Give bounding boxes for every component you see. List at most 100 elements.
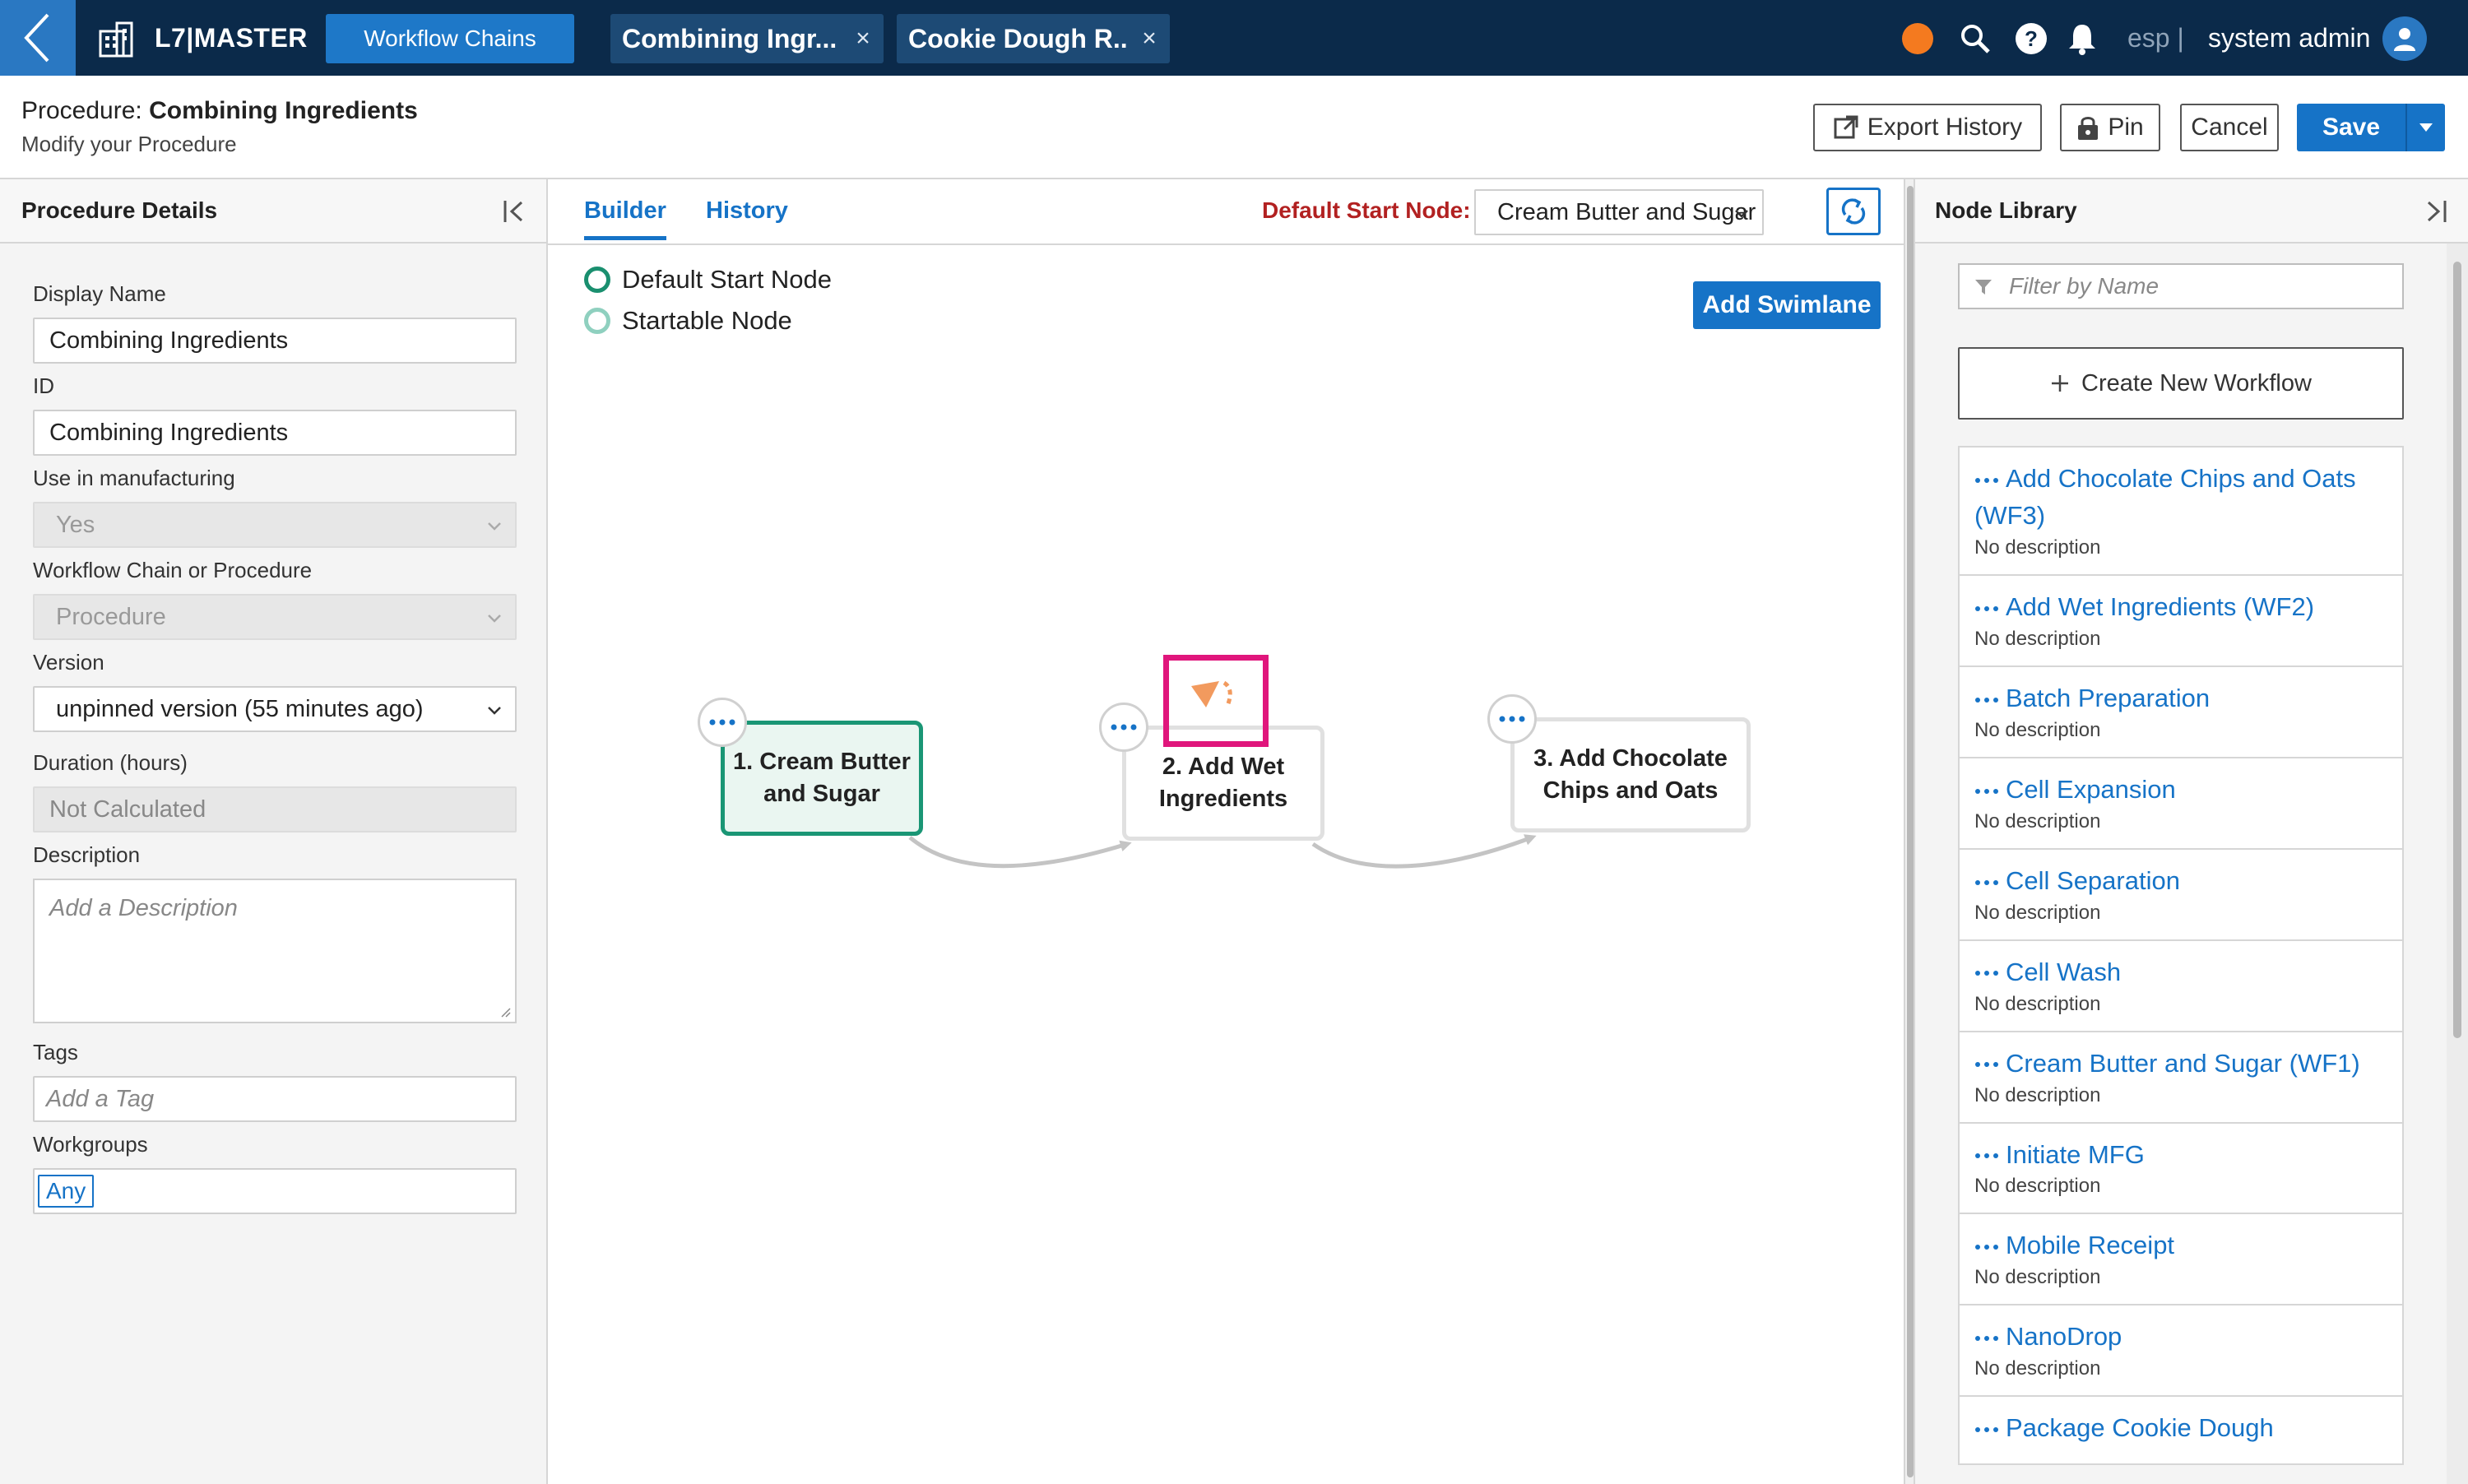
library-item-name[interactable]: Add Chocolate Chips and Oats (WF3): [1974, 461, 2387, 535]
node-3-menu-button[interactable]: [1487, 694, 1537, 744]
chain-or-procedure-value: Procedure: [56, 603, 166, 630]
create-new-workflow-label: Create New Workflow: [2081, 369, 2312, 397]
ellipsis-icon: [1975, 788, 1998, 794]
chain-or-procedure-label: Workflow Chain or Procedure: [33, 558, 313, 582]
language-switch[interactable]: esp |: [2127, 23, 2184, 53]
list-item[interactable]: Add Chocolate Chips and Oats (WF3) No de…: [1958, 446, 2404, 576]
top-navigation-bar: L7|MASTER Workflow Chains Combining Ingr…: [0, 0, 2468, 76]
pin-label: Pin: [2108, 114, 2144, 141]
list-item[interactable]: Mobile Receipt No description: [1958, 1214, 2404, 1306]
workflow-node-3[interactable]: 3. Add Chocolate Chips and Oats: [1510, 717, 1751, 832]
close-tab-icon[interactable]: ×: [842, 25, 884, 53]
library-item-name[interactable]: Cell Expansion: [1974, 772, 2387, 809]
drag-cursor-icon: [1191, 680, 1232, 707]
library-item-name[interactable]: Cell Wash: [1974, 954, 2387, 991]
node-library-scrollbar[interactable]: [2447, 243, 2468, 1484]
id-field[interactable]: Combining Ingredients: [33, 410, 517, 456]
help-icon[interactable]: ?: [2014, 21, 2048, 56]
library-item-description: No description: [1974, 1175, 2101, 1198]
ellipsis-icon: [1975, 1153, 1998, 1159]
cancel-button[interactable]: Cancel: [2180, 104, 2279, 151]
splitter-scrollbar-thumb[interactable]: [1907, 186, 1914, 1477]
back-button[interactable]: [0, 0, 76, 76]
list-item[interactable]: Cream Butter and Sugar (WF1) No descript…: [1958, 1032, 2404, 1124]
workflow-node-label: 2. Add Wet Ingredients: [1159, 751, 1287, 815]
connector-2-3: [1311, 834, 1537, 869]
description-textarea[interactable]: Add a Description: [33, 879, 517, 1023]
user-name[interactable]: system admin: [2208, 23, 2370, 53]
library-item-name[interactable]: Cell Separation: [1974, 863, 2387, 900]
open-tab-cookie-dough[interactable]: Cookie Dough R... ×: [897, 14, 1170, 63]
list-item[interactable]: Cell Expansion No description: [1958, 758, 2404, 850]
list-item[interactable]: Initiate MFG No description: [1958, 1123, 2404, 1215]
pin-button[interactable]: Pin: [2060, 104, 2160, 151]
library-item-name[interactable]: Add Wet Ingredients (WF2): [1974, 589, 2387, 626]
tags-input[interactable]: Add a Tag: [33, 1076, 517, 1122]
ellipsis-icon: [1975, 971, 1998, 976]
save-button[interactable]: Save: [2297, 114, 2405, 141]
ellipsis-icon: [1975, 879, 1998, 885]
app-name: L7|MASTER: [155, 23, 308, 53]
node-2-menu-button[interactable]: [1099, 703, 1148, 752]
ellipsis-icon: [1975, 697, 1998, 703]
node-library-list: Add Chocolate Chips and Oats (WF3) No de…: [1958, 446, 2404, 1484]
library-item-description: No description: [1974, 627, 2101, 650]
chevron-down-icon: [488, 522, 501, 531]
library-item-name[interactable]: NanoDrop: [1974, 1319, 2387, 1356]
list-item[interactable]: Package Cookie Dough: [1958, 1397, 2404, 1466]
display-name-field[interactable]: Combining Ingredients: [33, 318, 517, 364]
library-item-description: No description: [1974, 1083, 2101, 1106]
open-tab-label: Combining Ingr...: [622, 23, 837, 53]
list-item[interactable]: Cell Wash No description: [1958, 940, 2404, 1032]
library-item-name-text: NanoDrop: [2006, 1322, 2122, 1352]
save-options-dropdown[interactable]: [2405, 104, 2445, 151]
manufacturing-select: Yes: [33, 502, 517, 548]
close-tab-icon[interactable]: ×: [1129, 25, 1170, 53]
list-item[interactable]: Batch Preparation No description: [1958, 666, 2404, 758]
workflow-chains-nav-button[interactable]: Workflow Chains: [326, 14, 574, 63]
library-item-description: No description: [1974, 992, 2101, 1015]
workgroup-chip[interactable]: Any: [38, 1175, 95, 1208]
ellipsis-icon: [1975, 477, 1998, 483]
collapse-right-icon[interactable]: [2422, 197, 2450, 225]
list-item[interactable]: Cell Separation No description: [1958, 849, 2404, 941]
scrollbar-thumb[interactable]: [2453, 262, 2461, 1038]
list-item[interactable]: Add Wet Ingredients (WF2) No description: [1958, 575, 2404, 667]
collapse-left-icon[interactable]: [500, 197, 528, 225]
library-item-name-text: Cell Separation: [2006, 865, 2180, 895]
workgroups-input[interactable]: Any: [33, 1168, 517, 1214]
description-placeholder: Add a Description: [49, 895, 238, 921]
ellipsis-icon: [1975, 1427, 1998, 1433]
open-tab-combining-ingredients[interactable]: Combining Ingr... ×: [610, 14, 884, 63]
user-avatar-icon[interactable]: [2382, 16, 2427, 61]
library-item-name[interactable]: Cream Butter and Sugar (WF1): [1974, 1046, 2387, 1083]
filter-funnel-icon: [1975, 280, 1992, 294]
workflow-node-1[interactable]: 1. Cream Butter and Sugar: [721, 721, 923, 836]
resize-grip-icon[interactable]: [500, 1007, 512, 1018]
search-icon[interactable]: [1958, 21, 1992, 56]
ellipsis-icon: [1975, 1245, 1998, 1250]
library-item-name[interactable]: Initiate MFG: [1974, 1137, 2387, 1174]
workgroups-label: Workgroups: [33, 1132, 148, 1157]
tags-label: Tags: [33, 1040, 78, 1064]
filter-placeholder: Filter by Name: [2009, 273, 2160, 299]
export-history-button[interactable]: Export History: [1813, 104, 2042, 151]
create-new-workflow-button[interactable]: Create New Workflow: [1958, 347, 2404, 420]
library-item-name[interactable]: Package Cookie Dough: [1974, 1410, 2387, 1447]
notification-bell-icon[interactable]: [2065, 21, 2099, 56]
node-1-menu-button[interactable]: [698, 698, 747, 747]
version-select[interactable]: unpinned version (55 minutes ago): [33, 686, 517, 732]
page-subtitle: Modify your Procedure: [21, 132, 237, 156]
ellipsis-icon: [1499, 716, 1525, 722]
panel-splitter[interactable]: [1904, 179, 1915, 1484]
chain-or-procedure-select: Procedure: [33, 594, 517, 640]
library-item-name-text: Add Wet Ingredients (WF2): [2006, 591, 2315, 621]
library-item-name[interactable]: Batch Preparation: [1974, 680, 2387, 717]
library-item-description: No description: [1974, 1357, 2101, 1380]
status-indicator-icon[interactable]: [1902, 23, 1933, 54]
filter-by-name-input[interactable]: Filter by Name: [1958, 263, 2404, 309]
description-label: Description: [33, 842, 141, 867]
library-item-name[interactable]: Mobile Receipt: [1974, 1227, 2387, 1264]
chevron-down-icon: [488, 707, 501, 715]
list-item[interactable]: NanoDrop No description: [1958, 1305, 2404, 1398]
